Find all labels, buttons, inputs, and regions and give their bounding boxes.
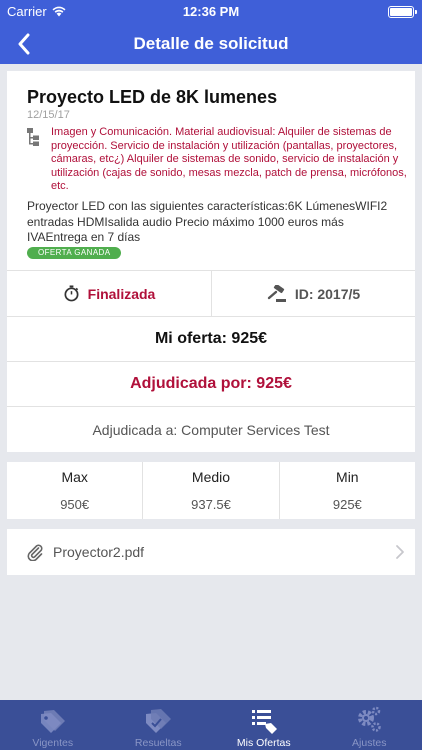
stat-min: Min 925€ [278,462,415,519]
gears-icon [358,706,381,732]
stat-value: 925€ [332,497,362,512]
status-label: Finalizada [87,285,156,302]
tag-icon [40,710,65,733]
paperclip-icon [27,544,43,561]
tab-bar: Vigentes Resueltas Mis Ofertas Ajustes [0,700,422,750]
tab-mis-ofertas[interactable]: Mis Ofertas [211,700,317,750]
request-detail-card: Proyecto LED de 8K lumenes 12/15/17 Imag… [7,71,415,452]
tag-check-icon [146,709,172,733]
stat-label: Min [336,469,359,485]
stat-value: 950€ [60,497,90,512]
category-block: Imagen y Comunicación. Material audiovis… [27,126,407,194]
gavel-icon [267,284,286,302]
tab-label: Resueltas [134,737,182,749]
tab-ajustes[interactable]: Ajustes [317,700,422,750]
request-id: ID: 2017/5 [294,285,361,302]
my-offer: Mi oferta: 925€ [7,317,415,362]
stat-value: 937.5€ [191,497,231,512]
stat-label: Medio [191,469,231,485]
category-text: Imagen y Comunicación. Material audiovis… [51,126,407,192]
request-description: Proyector LED con las siguientes caracte… [27,199,388,244]
chevron-right-icon [396,545,404,559]
status-bar: Carrier 12:36 PM [0,0,422,24]
clock: 12:36 PM [182,4,240,19]
attachment-row[interactable]: Proyector2.pdf [7,529,415,575]
id-cell: ID: 2017/5 [211,271,415,316]
tab-label: Ajustes [352,737,387,749]
tab-label: Vigentes [32,737,74,749]
status-cell: Finalizada [7,271,211,316]
hierarchy-icon [27,128,39,146]
status-row: Finalizada ID: 2017/5 [7,270,415,317]
status-badge: OFERTA GANADA [27,247,122,259]
awarded-to: Adjudicada a: Computer Services Test [92,421,330,438]
battery-icon [388,6,417,18]
tab-vigentes[interactable]: Vigentes [0,700,106,750]
attachment-name: Proyector2.pdf [53,544,145,560]
list-tag-icon [251,710,277,734]
price-stats-card: Max 950€ Medio 937.5€ Min 925€ [7,462,415,519]
project-date: 12/15/17 [27,109,70,121]
tab-resueltas[interactable]: Resueltas [106,700,212,750]
stat-max: Max 950€ [7,462,142,519]
navigation-bar: Detalle de solicitud [0,24,422,64]
project-title: Proyecto LED de 8K lumenes [27,87,278,107]
page-title: Detalle de solicitud [133,34,289,53]
stopwatch-icon [64,285,79,302]
tab-label: Mis Ofertas [236,737,291,749]
stat-medio: Medio 937.5€ [142,462,278,519]
awarded-amount: Adjudicada por: 925€ [7,362,415,407]
stat-label: Max [61,469,88,485]
